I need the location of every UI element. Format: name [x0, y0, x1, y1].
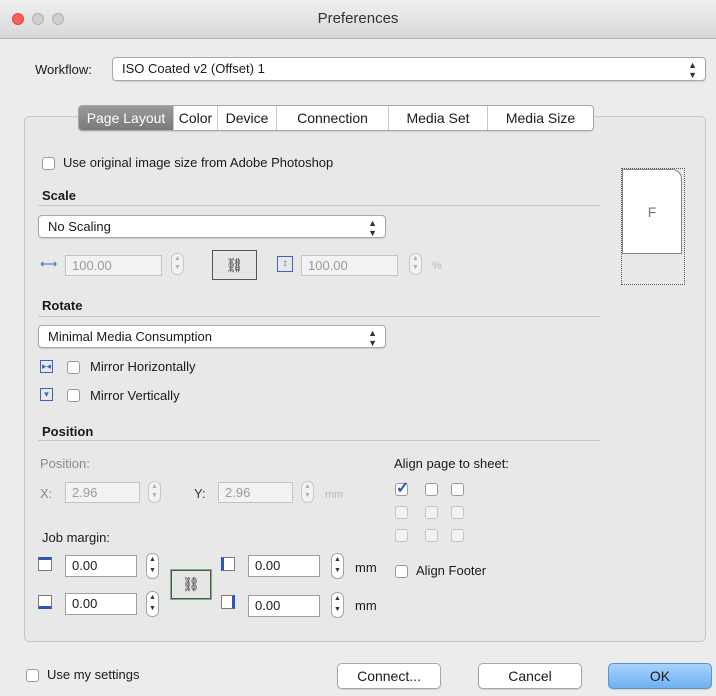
mirror-vertically-checkbox[interactable]	[67, 389, 80, 402]
margin-right-icon	[221, 595, 235, 609]
align-top-left-checkbox[interactable]: ✓	[395, 480, 409, 497]
use-original-size-label: Use original image size from Adobe Photo…	[63, 155, 334, 170]
tab-bar: Page Layout Color Device Connection Medi…	[78, 105, 594, 131]
x-position-field[interactable]: 2.96	[65, 482, 140, 503]
rotate-heading: Rotate	[42, 298, 83, 313]
window-title: Preferences	[317, 10, 399, 27]
workflow-label: Workflow:	[35, 62, 92, 77]
scale-width-stepper[interactable]: ▲ ▼	[171, 253, 184, 275]
scale-value: No Scaling	[48, 219, 111, 234]
width-arrows-icon: ⟷	[40, 257, 58, 271]
ok-button[interactable]: OK	[608, 663, 712, 689]
align-footer-label: Align Footer	[416, 563, 487, 578]
height-arrows-icon: ↕	[277, 256, 293, 272]
scale-divider	[38, 205, 600, 206]
scale-height-field[interactable]: 100.00	[301, 255, 398, 276]
position-divider	[38, 440, 600, 441]
margin-bottom-field[interactable]: 0.00	[65, 593, 137, 615]
tab-color[interactable]: Color	[173, 106, 217, 130]
page-preview: F	[622, 169, 682, 254]
popup-arrows-icon: ▲ ▼	[368, 328, 377, 348]
mirror-vertically-label: Mirror Vertically	[90, 388, 180, 403]
mirror-horizontal-icon: ▸◂	[40, 360, 53, 373]
use-my-settings-checkbox[interactable]	[26, 669, 39, 682]
y-label: Y:	[194, 486, 206, 501]
sheet-preview: F	[621, 168, 685, 285]
y-position-field[interactable]: 2.96	[218, 482, 293, 503]
chain-link-icon[interactable]: ⛓	[212, 250, 257, 280]
mirror-horizontally-checkbox[interactable]	[67, 361, 80, 374]
cancel-button[interactable]: Cancel	[478, 663, 582, 689]
job-margin-label: Job margin:	[42, 530, 110, 545]
rotate-value: Minimal Media Consumption	[48, 329, 213, 344]
tab-connection[interactable]: Connection	[276, 106, 388, 130]
margin-top-icon	[38, 557, 52, 571]
scale-heading: Scale	[42, 188, 76, 203]
scale-unit: %	[432, 260, 442, 272]
scale-height-stepper[interactable]: ▲ ▼	[409, 253, 422, 275]
margin-top-field[interactable]: 0.00	[65, 555, 137, 577]
rotate-divider	[38, 316, 600, 317]
margin-right-field[interactable]: 0.00	[248, 595, 320, 617]
use-my-settings-label: Use my settings	[47, 667, 140, 682]
margin-bottom-icon	[38, 595, 52, 609]
tab-media-size[interactable]: Media Size	[487, 106, 593, 130]
align-footer-checkbox[interactable]	[395, 565, 408, 578]
margin-left-icon	[221, 557, 235, 571]
position-label: Position:	[40, 456, 90, 471]
x-position-stepper[interactable]: ▲ ▼	[148, 481, 161, 503]
position-heading: Position	[42, 424, 94, 439]
scale-width-field[interactable]: 100.00	[65, 255, 162, 276]
rotate-popup[interactable]: Minimal Media Consumption ▲ ▼	[38, 325, 386, 348]
x-label: X:	[40, 486, 53, 501]
position-unit: mm	[325, 489, 344, 501]
margin-left-field[interactable]: 0.00	[248, 555, 320, 577]
mirror-vertical-icon: ▾	[40, 388, 53, 401]
popup-arrows-icon: ▲ ▼	[368, 218, 377, 238]
tab-device[interactable]: Device	[217, 106, 276, 130]
align-bottom-center-checkbox[interactable]	[425, 529, 438, 542]
workflow-popup[interactable]: ISO Coated v2 (Offset) 1 ▲ ▼	[112, 57, 706, 81]
margin-top-unit: mm	[355, 560, 377, 575]
tab-page-layout[interactable]: Page Layout	[79, 106, 173, 130]
align-bottom-left-checkbox[interactable]	[395, 529, 408, 542]
mirror-horizontally-label: Mirror Horizontally	[90, 359, 196, 374]
margin-chain-link-icon[interactable]: ⛓	[170, 569, 212, 600]
margin-bottom-stepper[interactable]: ▲ ▼	[146, 591, 159, 617]
align-middle-left-checkbox[interactable]	[395, 506, 408, 519]
checkmark-icon: ✓	[396, 480, 410, 497]
margin-right-stepper[interactable]: ▲ ▼	[331, 592, 344, 618]
align-top-right-checkbox[interactable]	[451, 483, 464, 496]
margin-bottom-unit: mm	[355, 598, 377, 613]
connect-button[interactable]: Connect...	[337, 663, 441, 689]
tab-media-set[interactable]: Media Set	[388, 106, 487, 130]
y-position-stepper[interactable]: ▲ ▼	[301, 481, 314, 503]
align-middle-right-checkbox[interactable]	[451, 506, 464, 519]
align-bottom-right-checkbox[interactable]	[451, 529, 464, 542]
margin-top-stepper[interactable]: ▲ ▼	[146, 553, 159, 579]
align-middle-center-checkbox[interactable]	[425, 506, 438, 519]
popup-arrows-icon: ▲ ▼	[688, 60, 697, 80]
align-top-center-checkbox[interactable]	[425, 483, 438, 496]
align-page-label: Align page to sheet:	[394, 456, 509, 471]
use-original-size-checkbox[interactable]	[42, 157, 55, 170]
scale-popup[interactable]: No Scaling ▲ ▼	[38, 215, 386, 238]
workflow-value: ISO Coated v2 (Offset) 1	[122, 61, 265, 76]
margin-left-stepper[interactable]: ▲ ▼	[331, 553, 344, 579]
